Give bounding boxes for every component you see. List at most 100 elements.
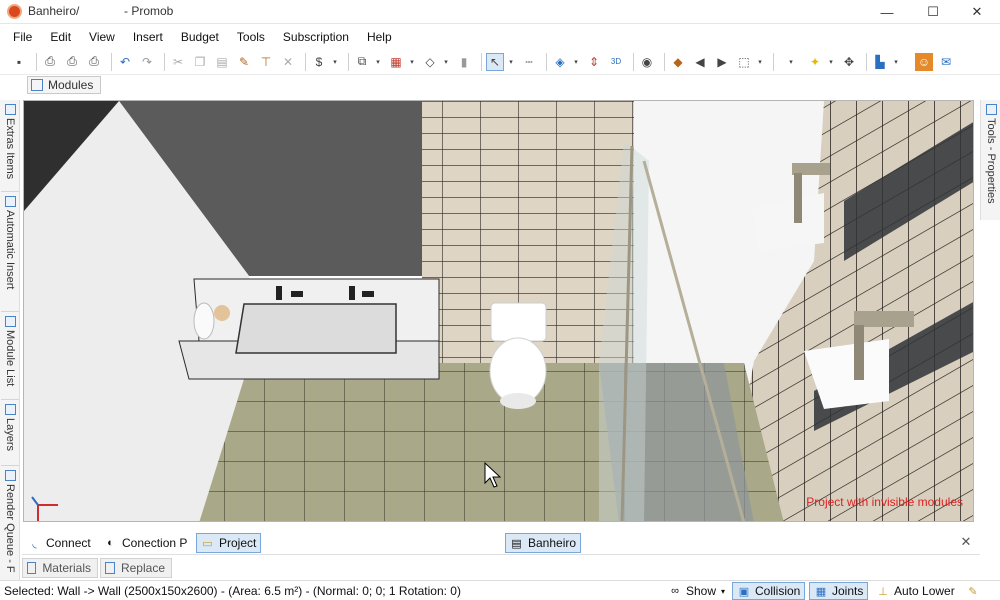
bathroom-3d-scene xyxy=(24,101,973,521)
render-queue-icon xyxy=(4,470,16,481)
chevron-down-icon[interactable]: ▾ xyxy=(375,53,381,71)
materials-icon xyxy=(27,562,37,574)
save-icon[interactable]: ▪ xyxy=(10,53,28,71)
maximize-button[interactable]: ☐ xyxy=(910,0,956,24)
cut-icon[interactable]: ✂ xyxy=(169,53,187,71)
delete-icon[interactable]: ✕ xyxy=(279,53,297,71)
menu-insert[interactable]: Insert xyxy=(124,30,172,44)
chevron-down-icon[interactable]: ▾ xyxy=(409,53,415,71)
print-icon[interactable]: ⎙ xyxy=(41,53,59,71)
menu-help[interactable]: Help xyxy=(358,30,401,44)
tab-layers-label: Layers xyxy=(4,418,16,452)
wrench-icon: ✎ xyxy=(968,585,978,598)
menu-edit[interactable]: Edit xyxy=(41,30,80,44)
tab-extras-items[interactable]: Extras Items xyxy=(1,104,19,192)
tab-layers[interactable]: Layers xyxy=(1,404,19,466)
window-title: Banheiro/ xyxy=(28,4,80,18)
print-preview-icon[interactable]: ⎙ xyxy=(63,53,81,71)
tab-materials[interactable]: Materials xyxy=(22,558,98,578)
printer-icon[interactable]: ⎙ xyxy=(85,53,103,71)
chevron-down-icon[interactable]: ▾ xyxy=(332,53,338,71)
measure-icon[interactable]: ┄ xyxy=(520,53,538,71)
glasses-icon: ∞ xyxy=(671,585,679,597)
collision-button-label: Collision xyxy=(755,584,801,598)
tab-materials-label: Materials xyxy=(42,561,91,575)
window-app-name: - Promob xyxy=(124,4,174,18)
copy-icon[interactable]: ❐ xyxy=(191,53,209,71)
modules-tab-label: Modules xyxy=(48,78,94,92)
format-icon[interactable]: ⊤ xyxy=(257,53,275,71)
paint-icon[interactable]: ✎ xyxy=(235,53,253,71)
tab-connect[interactable]: ◟ Connect xyxy=(24,533,95,553)
status-bar: Selected: Wall -> Wall (2500x150x2600) -… xyxy=(0,580,1000,600)
prev-icon[interactable]: ◀ xyxy=(691,53,709,71)
chevron-down-icon[interactable]: ▾ xyxy=(443,53,449,71)
budget-icon[interactable]: $ xyxy=(310,53,328,71)
dimension-icon[interactable]: ⇕ xyxy=(585,53,603,71)
tab-replace[interactable]: Replace xyxy=(100,558,172,578)
promob-connect-icon: ◐ xyxy=(107,537,114,549)
tab-automatic-insert[interactable]: Automatic Insert xyxy=(1,196,19,312)
layers-panel-icon xyxy=(4,404,16,415)
toolbar-separator xyxy=(633,52,634,71)
wall-icon[interactable]: ▮ xyxy=(455,53,473,71)
menu-view[interactable]: View xyxy=(80,30,124,44)
menu-budget[interactable]: Budget xyxy=(172,30,228,44)
redo-icon[interactable]: ↷ xyxy=(138,53,156,71)
3d-viewport[interactable]: Project with invisible modules xyxy=(23,100,974,522)
align-icon[interactable]: ▦ xyxy=(387,53,405,71)
next-icon[interactable]: ▶ xyxy=(713,53,731,71)
select-icon[interactable]: ↖ xyxy=(486,52,504,71)
camera-icon[interactable]: ⬚ xyxy=(735,53,753,71)
tab-document-label: Banheiro xyxy=(528,536,577,550)
joints-icon: ▦ xyxy=(815,585,827,598)
show-button[interactable]: ∞ Show ▾ xyxy=(664,582,729,600)
move-icon[interactable]: ✥ xyxy=(840,53,858,71)
user-icon[interactable]: ☺ xyxy=(915,52,933,71)
chevron-down-icon[interactable]: ▾ xyxy=(508,53,514,71)
auto-lower-icon: ⊥ xyxy=(878,585,888,598)
joints-button[interactable]: ▦ Joints xyxy=(809,582,869,600)
menu-file[interactable]: File xyxy=(4,30,41,44)
tools-status-icon[interactable]: ✎ xyxy=(962,582,988,600)
menu-tools[interactable]: Tools xyxy=(228,30,274,44)
tab-project-label: Project xyxy=(219,536,257,550)
close-document-icon[interactable]: ✕ xyxy=(959,534,973,550)
document-icon: ▤ xyxy=(511,537,522,550)
color-icon[interactable]: ▙ xyxy=(871,53,889,71)
menu-subscription[interactable]: Subscription xyxy=(274,30,358,44)
tab-conection-p[interactable]: ◐ Conection P xyxy=(100,533,191,553)
auto-lower-button[interactable]: ⊥ Auto Lower xyxy=(872,582,959,600)
toolbar-separator xyxy=(481,52,482,71)
close-button[interactable]: ✕ xyxy=(954,0,1000,24)
render-icon[interactable]: ◆ xyxy=(669,53,687,71)
layers-icon[interactable]: ◈ xyxy=(551,53,569,71)
group-icon[interactable]: ⧉ xyxy=(353,53,371,71)
tab-project[interactable]: ▭ Project xyxy=(196,533,262,553)
minimize-button[interactable]: — xyxy=(864,0,910,24)
chevron-down-icon[interactable]: ▾ xyxy=(573,53,579,71)
paste-icon[interactable]: ▤ xyxy=(213,53,231,71)
chevron-down-icon[interactable]: ▾ xyxy=(757,53,763,71)
chat-icon[interactable]: ✉ xyxy=(937,53,955,71)
modules-icon xyxy=(31,79,43,91)
view-icon[interactable]: ◉ xyxy=(638,53,656,71)
shape-icon[interactable]: ◇ xyxy=(421,53,439,71)
collision-button[interactable]: ▣ Collision xyxy=(732,582,806,600)
menu-bar: File Edit View Insert Budget Tools Subsc… xyxy=(0,26,1000,48)
modules-tab[interactable]: Modules xyxy=(27,76,101,94)
tab-module-list[interactable]: Module List xyxy=(1,316,19,400)
chevron-down-icon[interactable]: ▾ xyxy=(788,53,794,71)
tab-document-banheiro[interactable]: ▤ Banheiro xyxy=(505,533,582,553)
chevron-down-icon[interactable]: ▾ xyxy=(828,53,834,71)
toolbar-separator xyxy=(866,52,867,71)
show-button-label: Show xyxy=(686,584,717,598)
chevron-down-icon[interactable]: ▾ xyxy=(893,53,899,71)
3d-icon[interactable]: 3D xyxy=(607,53,625,71)
undo-icon[interactable]: ↶ xyxy=(116,53,134,71)
tab-tools-properties[interactable]: Tools - Properties xyxy=(982,104,1000,218)
light-icon[interactable]: ✦ xyxy=(806,53,824,71)
tab-render-queue[interactable]: Render Queue - F xyxy=(1,470,19,578)
toolbar-separator xyxy=(773,52,774,71)
toolbar-separator xyxy=(546,52,547,71)
